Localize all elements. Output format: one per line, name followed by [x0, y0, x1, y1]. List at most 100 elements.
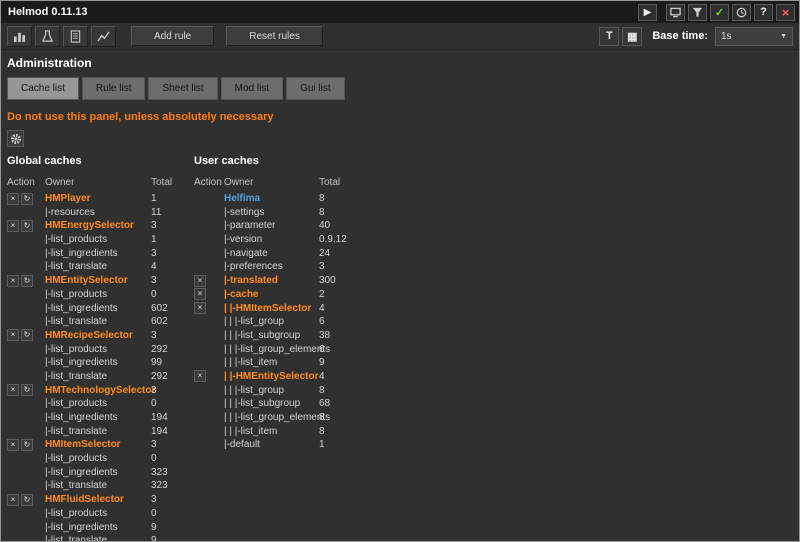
table-row: |-list_products0	[7, 288, 194, 302]
total-cell: 68	[319, 398, 359, 409]
table-row: | | |-list_group_elements6	[194, 342, 359, 356]
owner-cell: HMRecipeSelector	[45, 330, 151, 341]
statistics-button[interactable]	[91, 26, 116, 47]
owner-cell: HMFluidSelector	[45, 494, 151, 505]
owner-cell: | | |-list_subgroup	[224, 330, 319, 341]
delete-cache-button[interactable]: ×	[7, 193, 19, 205]
total-cell: 6	[319, 316, 359, 327]
tab-sheet-list[interactable]: Sheet list	[148, 77, 217, 100]
add-rule-button[interactable]: Add rule	[131, 26, 214, 46]
total-cell: 0	[151, 453, 195, 464]
owner-cell: |-list_translate	[45, 480, 151, 491]
refresh-cache-button[interactable]: ↻	[21, 329, 33, 341]
user-caches-table: ActionOwnerTotalHelfima8|-settings8|-par…	[194, 176, 359, 452]
check-icon: ✓	[715, 6, 724, 19]
production-line-button[interactable]	[7, 26, 32, 47]
delete-cache-button[interactable]: ×	[7, 329, 19, 341]
refresh-cache-button[interactable]: ↻	[21, 494, 33, 506]
owner-cell: |-list_products	[45, 289, 151, 300]
total-cell: 1	[151, 193, 195, 204]
energy-analysis-button[interactable]	[35, 26, 60, 47]
refresh-cache-button[interactable]: ↻	[21, 220, 33, 232]
owner-cell: | | |-list_group	[224, 385, 319, 396]
delete-cache-button[interactable]: ×	[194, 288, 206, 300]
delete-cache-button[interactable]: ×	[7, 275, 19, 287]
column-header-action: Action	[194, 177, 224, 188]
owner-cell: HMEnergySelector	[45, 220, 151, 231]
table-row: |-list_products0	[7, 507, 194, 521]
table-row: ×↻HMItemSelector3	[7, 438, 194, 452]
total-cell: 0	[151, 398, 195, 409]
table-row: | | |-list_subgroup68	[194, 397, 359, 411]
owner-cell: |-list_translate	[45, 261, 151, 272]
display-settings-button[interactable]	[666, 4, 685, 21]
delete-cache-button[interactable]: ×	[7, 220, 19, 232]
text-mode-button[interactable]: T	[599, 27, 619, 46]
refresh-cache-button[interactable]: ↻	[21, 384, 33, 396]
owner-cell: |-parameter	[224, 220, 319, 231]
owner-cell: HMItemSelector	[45, 439, 151, 450]
table-row: |-list_ingredients9	[7, 520, 194, 534]
table-row: | | |-list_group8	[194, 383, 359, 397]
base-time-value: 1s	[721, 31, 732, 42]
total-cell: 8	[319, 426, 359, 437]
user-caches-section: User caches ActionOwnerTotalHelfima8|-se…	[194, 152, 359, 541]
helmod-window: Helmod 0.11.13 ▶ ✓ ? × Add rule Reset ru…	[0, 0, 800, 542]
total-cell: 40	[319, 220, 359, 231]
delete-cache-button[interactable]: ×	[194, 275, 206, 287]
tab-rule-list[interactable]: Rule list	[82, 77, 146, 100]
total-cell: 292	[151, 371, 195, 382]
tab-gui-list[interactable]: Gui list	[286, 77, 345, 100]
total-cell: 24	[319, 248, 359, 259]
action-cell: ×	[194, 302, 224, 314]
table-row: |-settings8	[194, 205, 359, 219]
owner-cell: | | |-list_group_elements	[224, 412, 319, 423]
total-cell: 8	[319, 207, 359, 218]
summary-button[interactable]	[63, 26, 88, 47]
window-title: Helmod 0.11.13	[8, 6, 635, 18]
clock-icon	[736, 7, 747, 18]
column-header-owner: Owner	[45, 177, 151, 188]
play-button[interactable]: ▶	[638, 4, 657, 21]
table-row: |-list_products292	[7, 342, 194, 356]
table-header-row: ActionOwnerTotal	[7, 176, 194, 190]
total-cell: 3	[319, 261, 359, 272]
delete-cache-button[interactable]: ×	[7, 439, 19, 451]
refresh-cache-button[interactable]: ↻	[21, 439, 33, 451]
table-row: |-list_products1	[7, 233, 194, 247]
close-icon: ×	[782, 5, 790, 20]
tab-cache-list[interactable]: Cache list	[7, 77, 79, 100]
column-header-total: Total	[151, 177, 195, 188]
owner-cell: |-cache	[224, 289, 319, 300]
document-icon	[69, 30, 82, 43]
filter-button[interactable]	[688, 4, 707, 21]
total-cell: 1	[319, 439, 359, 450]
tab-mod-list[interactable]: Mod list	[221, 77, 283, 100]
delete-cache-button[interactable]: ×	[194, 302, 206, 314]
base-time-dropdown[interactable]: 1s ▼	[715, 27, 793, 46]
table-row: | | |-list_group6	[194, 315, 359, 329]
close-button[interactable]: ×	[776, 4, 795, 21]
help-button[interactable]: ?	[754, 4, 773, 21]
table-row: ×|-cache2	[194, 288, 359, 302]
chevron-down-icon: ▼	[780, 33, 787, 40]
action-cell: ×↻	[7, 494, 45, 506]
delete-cache-button[interactable]: ×	[7, 494, 19, 506]
table-row: ×↻HMRecipeSelector3	[7, 329, 194, 343]
history-button[interactable]	[732, 4, 751, 21]
settings-button[interactable]	[7, 130, 24, 147]
total-cell: 3	[151, 248, 195, 259]
refresh-cache-button[interactable]: ↻	[21, 193, 33, 205]
delete-cache-button[interactable]: ×	[194, 370, 206, 382]
table-row: | | |-list_item8	[194, 424, 359, 438]
calculator-button[interactable]: ▦	[622, 27, 642, 46]
table-row: |-resources11	[7, 205, 194, 219]
help-icon: ?	[760, 6, 767, 18]
refresh-cache-button[interactable]: ↻	[21, 275, 33, 287]
delete-cache-button[interactable]: ×	[7, 384, 19, 396]
owner-cell: |-list_ingredients	[45, 467, 151, 478]
reset-rules-button[interactable]: Reset rules	[226, 26, 323, 46]
table-header-row: ActionOwnerTotal	[194, 176, 359, 190]
owner-cell: HMEntitySelector	[45, 275, 151, 286]
confirm-button[interactable]: ✓	[710, 4, 729, 21]
